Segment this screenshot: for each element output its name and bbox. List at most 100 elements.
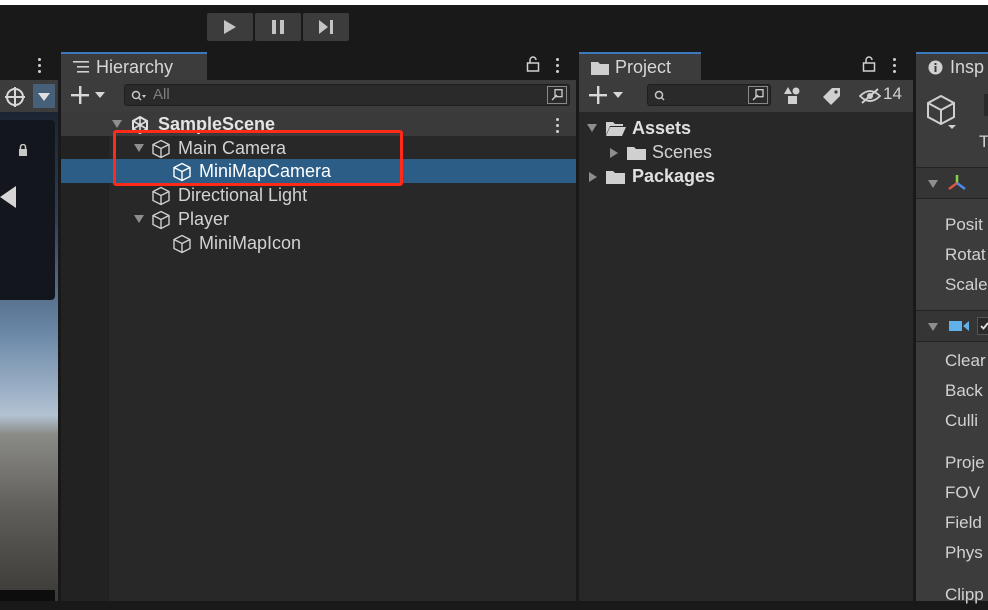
chevron-down-icon	[613, 92, 623, 98]
gameobject-cube-icon	[173, 234, 191, 254]
hierarchy-search-placeholder: All	[153, 86, 170, 103]
top-toolbar	[0, 0, 988, 50]
project-item-assets[interactable]: Assets	[579, 116, 913, 140]
project-item-packages[interactable]: Packages	[579, 164, 913, 188]
checkmark-icon	[980, 322, 988, 330]
hidden-packages-count: 14	[883, 84, 902, 103]
transform-scale-label: Scale	[945, 275, 988, 294]
plus-icon	[71, 86, 89, 104]
pause-button[interactable]	[255, 13, 301, 41]
step-button[interactable]	[303, 13, 349, 41]
hierarchy-item-directional-light[interactable]: Directional Light	[61, 183, 576, 207]
camera-physical-label: Phys	[945, 543, 983, 562]
hierarchy-menu-icon[interactable]	[556, 58, 560, 76]
camera-culling-mask-label: Culli	[945, 411, 979, 430]
project-item-label: Packages	[632, 166, 716, 186]
lock-icon[interactable]	[18, 144, 28, 156]
expand-arrow-icon[interactable]	[928, 180, 938, 188]
scene-bottom-bar	[0, 590, 55, 601]
gameobject-cube-icon	[927, 94, 956, 129]
hierarchy-panel: Hierarchy All SampleScene Main Camera Mi…	[61, 50, 576, 601]
project-tabbar: Project	[579, 50, 913, 80]
project-item-label: Scenes	[652, 142, 713, 162]
project-search-input[interactable]	[647, 84, 771, 106]
inspector-object-header: T	[916, 80, 988, 168]
expand-window-icon	[551, 89, 563, 101]
expand-arrow-icon[interactable]	[610, 148, 618, 158]
search-mode-button[interactable]	[748, 86, 768, 104]
chevron-down-icon	[95, 92, 105, 98]
tab-project[interactable]: Project	[579, 52, 701, 80]
create-dropdown-button[interactable]	[67, 84, 107, 108]
project-item-scenes[interactable]: Scenes	[579, 140, 913, 164]
gizmo-dropdown[interactable]	[33, 84, 55, 108]
gizmo-orbit-icon[interactable]	[4, 86, 26, 108]
hidden-packages-icon[interactable]	[859, 88, 881, 104]
search-icon	[654, 90, 665, 101]
view-axis-cone-icon	[0, 186, 16, 208]
hierarchy-item-label: Directional Light	[178, 185, 308, 205]
gameobject-cube-icon	[152, 186, 170, 206]
scene-menu-icon[interactable]	[38, 58, 42, 76]
expand-arrow-icon[interactable]	[587, 124, 597, 132]
chevron-down-icon	[38, 93, 50, 101]
scene-orientation-gizmo[interactable]	[0, 120, 55, 300]
hierarchy-item-label: MiniMapIcon	[199, 233, 302, 253]
highlight-annotation-box	[113, 130, 403, 186]
inspector-tabbar: Insp	[916, 50, 988, 80]
scene-tabbar	[0, 50, 58, 80]
camera-projection-label: Proje	[945, 453, 985, 472]
expand-arrow-icon[interactable]	[928, 323, 938, 331]
create-dropdown-button[interactable]	[585, 84, 625, 108]
transform-position-label: Posit	[945, 215, 983, 234]
plus-icon	[589, 86, 607, 104]
hierarchy-item-player[interactable]: Player	[61, 207, 576, 231]
tab-hierarchy[interactable]: Hierarchy	[61, 52, 207, 80]
lock-icon[interactable]	[526, 56, 540, 72]
hierarchy-item-label: Player	[178, 209, 230, 229]
expand-arrow-icon[interactable]	[134, 215, 144, 223]
folder-icon	[627, 147, 646, 160]
pause-icon	[272, 20, 284, 34]
folder-icon	[591, 62, 609, 75]
step-icon	[319, 20, 333, 34]
scene-toolrow	[0, 80, 58, 112]
camera-fov-axis-label: FOV	[945, 483, 980, 502]
play-button[interactable]	[207, 13, 253, 41]
hierarchy-item-minimapicon[interactable]: MiniMapIcon	[61, 231, 576, 255]
gameobject-cube-icon	[152, 210, 170, 230]
filter-by-label-icon[interactable]	[823, 87, 841, 105]
camera-component-header[interactable]	[916, 310, 988, 342]
filter-by-type-icon[interactable]	[784, 86, 802, 106]
inspector-panel: Insp T Posit Rotat Scale Clear Back Cull…	[916, 50, 988, 604]
hierarchy-search-input[interactable]: All	[124, 84, 570, 106]
project-menu-icon[interactable]	[893, 58, 897, 76]
panel-divider[interactable]	[58, 50, 61, 601]
hierarchy-toolrow: All	[61, 80, 576, 112]
transform-component-header[interactable]	[916, 168, 988, 199]
hierarchy-tree: SampleScene Main Camera MiniMapCamera Di…	[61, 112, 576, 601]
expand-arrow-icon[interactable]	[112, 120, 122, 128]
transform-axes-icon	[948, 175, 966, 190]
info-icon	[928, 60, 943, 75]
camera-enabled-checkbox[interactable]	[977, 317, 988, 335]
folder-open-icon	[606, 122, 626, 136]
camera-clipping-planes-label: Clipp	[945, 585, 984, 604]
project-tree: Assets Scenes Packages	[579, 112, 913, 601]
lock-icon[interactable]	[862, 56, 876, 72]
camera-icon	[949, 321, 969, 331]
expand-window-icon	[752, 89, 764, 101]
transform-rotation-label: Rotat	[945, 245, 986, 264]
scene-row-menu-icon[interactable]	[556, 118, 560, 136]
search-mode-button[interactable]	[547, 86, 567, 104]
panel-divider[interactable]	[913, 50, 916, 601]
project-item-label: Assets	[632, 118, 692, 138]
tab-inspector[interactable]: Insp	[916, 52, 988, 80]
expand-arrow-icon[interactable]	[589, 172, 597, 182]
panel-divider[interactable]	[576, 50, 579, 601]
play-icon	[224, 20, 236, 34]
hierarchy-tabbar: Hierarchy	[61, 50, 576, 80]
tab-inspector-label: Insp	[950, 57, 985, 77]
object-active-checkbox[interactable]	[984, 94, 988, 116]
search-icon	[131, 90, 146, 101]
